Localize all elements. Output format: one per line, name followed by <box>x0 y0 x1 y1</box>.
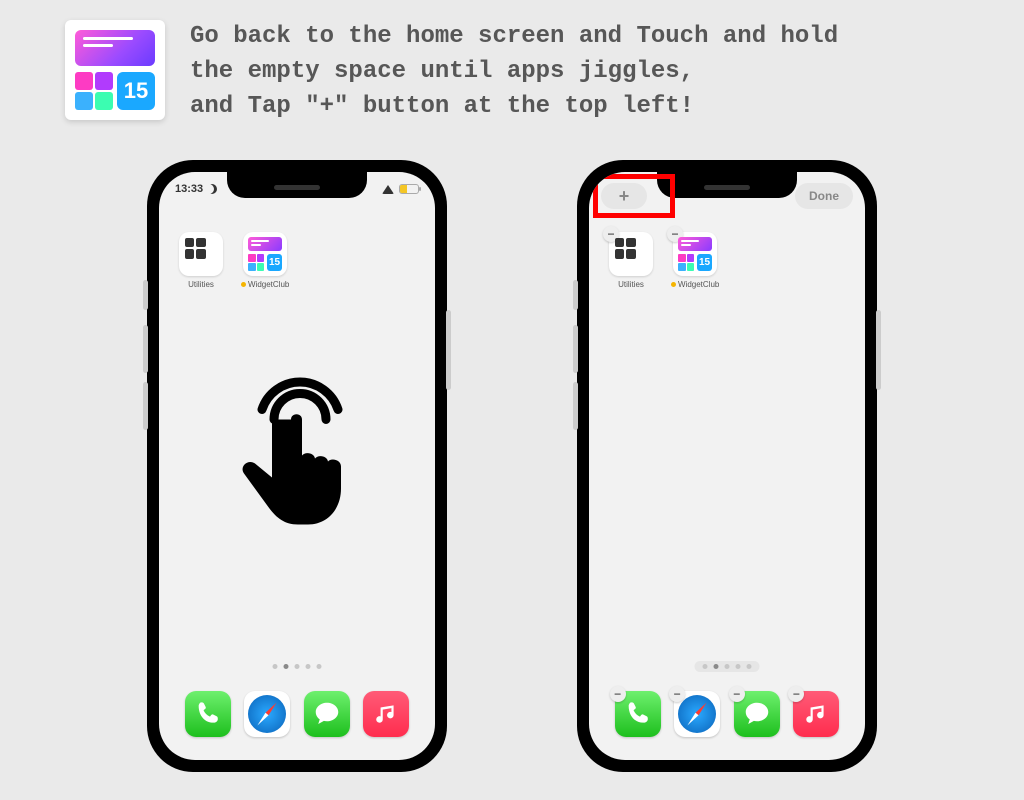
widgetclub-app-icon: 15 <box>65 20 165 120</box>
touch-hold-gesture-icon <box>222 365 372 540</box>
phone-after: + Done − Utilities − <box>577 160 877 772</box>
power-button <box>876 310 881 390</box>
app-label: WidgetClub <box>241 280 289 289</box>
instruction-text: Go back to the home screen and Touch and… <box>190 20 838 124</box>
dock-safari-app[interactable] <box>244 691 290 737</box>
wifi-icon <box>382 185 394 194</box>
app-label: WidgetClub <box>671 280 719 289</box>
download-dot-icon <box>671 282 676 287</box>
volume-down-button <box>143 382 148 430</box>
mute-switch <box>143 280 148 310</box>
dock-messages-app[interactable]: − <box>734 691 780 737</box>
volume-down-button <box>573 382 578 430</box>
add-widget-button[interactable]: + <box>601 183 647 209</box>
volume-up-button <box>143 325 148 373</box>
dnd-moon-icon <box>207 184 217 194</box>
app-label: Utilities <box>607 280 655 289</box>
battery-icon <box>399 184 419 194</box>
dock-music-app[interactable] <box>363 691 409 737</box>
remove-badge-icon[interactable]: − <box>788 686 804 702</box>
phone-before: 13:33 Utilities <box>147 160 447 772</box>
dock-phone-app[interactable] <box>185 691 231 737</box>
app-utilities[interactable]: − Utilities <box>607 232 655 289</box>
app-label: Utilities <box>177 280 225 289</box>
status-time: 13:33 <box>175 183 203 195</box>
mute-switch <box>573 280 578 310</box>
power-button <box>446 310 451 390</box>
dock-messages-app[interactable] <box>304 691 350 737</box>
dock-phone-app[interactable]: − <box>615 691 661 737</box>
dock-music-app[interactable]: − <box>793 691 839 737</box>
calendar-number: 15 <box>117 72 155 110</box>
volume-up-button <box>573 325 578 373</box>
app-utilities[interactable]: Utilities <box>177 232 225 289</box>
app-widgetclub[interactable]: 15 WidgetClub <box>241 232 289 289</box>
notch <box>227 172 367 198</box>
dock: − − − − <box>601 682 853 746</box>
page-indicator[interactable] <box>695 661 760 672</box>
instruction-header: 15 Go back to the home screen and Touch … <box>65 20 838 124</box>
app-widgetclub[interactable]: − 15 WidgetClub <box>671 232 719 289</box>
page-indicator[interactable] <box>265 661 330 672</box>
dock-safari-app[interactable]: − <box>674 691 720 737</box>
download-dot-icon <box>241 282 246 287</box>
dock <box>171 682 423 746</box>
done-button[interactable]: Done <box>795 183 853 209</box>
